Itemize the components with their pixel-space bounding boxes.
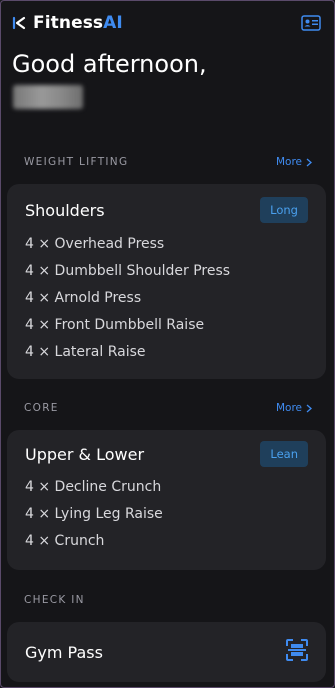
section-title: CHECK IN [24, 594, 85, 606]
exercise-item: 4 × Decline Crunch [25, 479, 162, 495]
exercise-item: 4 × Crunch [25, 533, 105, 549]
gym-pass-row: Gym Pass [25, 622, 308, 682]
card-header: Upper & Lower Lean [25, 441, 308, 467]
duration-badge[interactable]: Long [260, 197, 308, 223]
weight-lifting-section-header: WEIGHT LIFTING More [1, 152, 334, 172]
fitness-logo-icon [11, 15, 27, 31]
section-title: WEIGHT LIFTING [24, 156, 129, 168]
qr-scan-icon[interactable] [286, 639, 308, 665]
id-card-icon[interactable] [300, 14, 322, 32]
user-name-redacted [13, 85, 83, 109]
exercise-item: 4 × Lateral Raise [25, 344, 146, 360]
chevron-right-icon [306, 404, 312, 412]
brand-name-accent: AI [103, 13, 123, 33]
gym-pass-card[interactable]: Gym Pass [7, 622, 326, 682]
greeting: Good afternoon, [12, 50, 207, 78]
weight-lifting-more-link[interactable]: More [276, 156, 312, 168]
card-title: Upper & Lower [25, 444, 145, 464]
exercise-item: 4 × Dumbbell Shoulder Press [25, 263, 231, 279]
more-label: More [275, 402, 302, 414]
section-title: CORE [24, 402, 59, 414]
workout-card-shoulders[interactable]: Shoulders Long 4 × Overhead Press 4 × Du… [7, 184, 326, 379]
workout-card-upper-lower[interactable]: Upper & Lower Lean 4 × Decline Crunch 4 … [7, 430, 326, 570]
check-in-section-header: CHECK IN [1, 590, 334, 610]
chevron-right-icon [306, 158, 312, 166]
card-title: Shoulders [25, 200, 105, 220]
duration-badge[interactable]: Lean [260, 441, 308, 467]
more-label: More [275, 156, 302, 168]
card-header: Shoulders Long [25, 197, 308, 223]
exercise-item: 4 × Front Dumbbell Raise [25, 317, 205, 333]
core-section-header: CORE More [1, 398, 334, 418]
brand-name: FitnessAI [33, 13, 123, 33]
brand-name-main: Fitness [33, 13, 104, 33]
top-bar: FitnessAI [1, 1, 334, 45]
exercise-item: 4 × Overhead Press [25, 236, 165, 252]
gym-pass-label: Gym Pass [25, 642, 103, 662]
core-more-link[interactable]: More [276, 402, 312, 414]
app-screen: FitnessAI Good afternoon, WEIGHT LIFTING… [0, 0, 335, 688]
exercise-item: 4 × Arnold Press [25, 290, 142, 306]
brand: FitnessAI [11, 13, 123, 33]
exercise-item: 4 × Lying Leg Raise [25, 506, 163, 522]
